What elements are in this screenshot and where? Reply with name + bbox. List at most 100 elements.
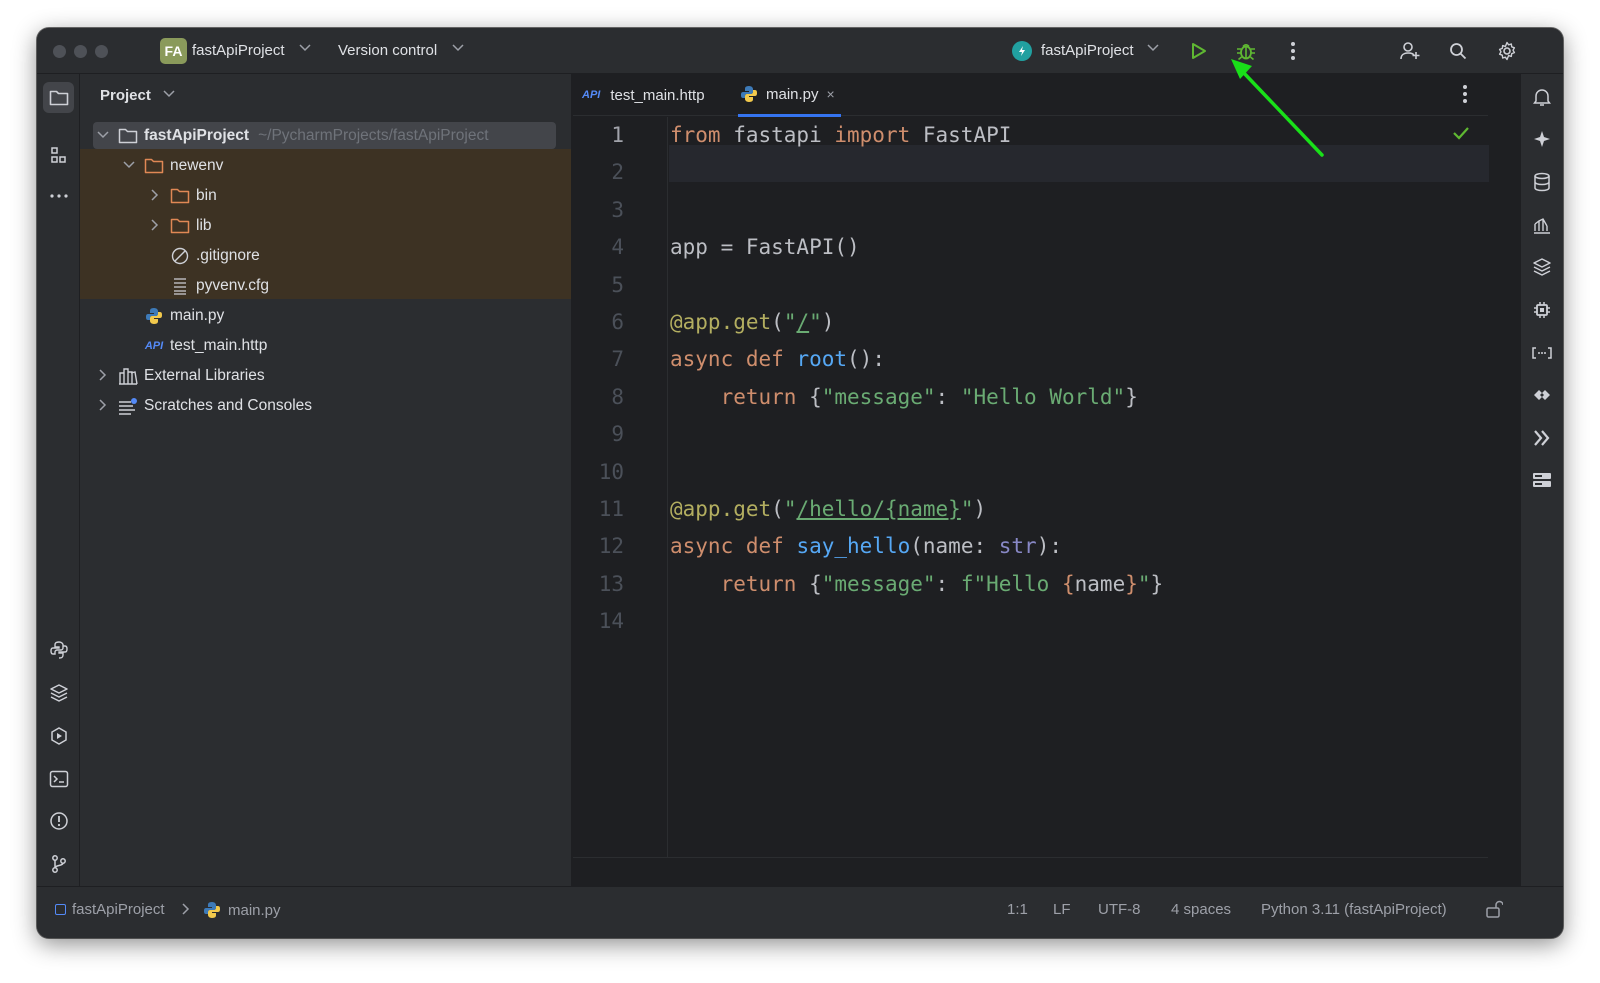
project-badge[interactable]: FA	[160, 38, 187, 64]
tree-item-label: pyvenv.cfg	[196, 277, 269, 294]
line-number: 11	[598, 497, 624, 521]
editor-area: API test_main.http main.py × 1 2 3 4 5 6…	[573, 74, 1489, 886]
zoom-window-button[interactable]	[95, 45, 108, 58]
terminal-icon[interactable]	[43, 763, 74, 794]
breadcrumb-project[interactable]: fastApiProject	[55, 901, 165, 918]
folder-icon	[170, 217, 190, 235]
line-separator[interactable]: LF	[1053, 901, 1071, 918]
tree-item-path: ~/PycharmProjects/fastApiProject	[258, 127, 489, 144]
folder-icon	[118, 127, 138, 145]
scratches-icon	[118, 397, 138, 415]
services-icon[interactable]	[43, 720, 74, 751]
settings-icon[interactable]	[1494, 38, 1520, 64]
vcs-menu[interactable]: Version control	[338, 42, 437, 59]
problems-icon[interactable]	[43, 805, 74, 836]
more-tools-icon[interactable]	[43, 180, 74, 211]
chip-icon[interactable]	[1531, 299, 1553, 321]
search-icon[interactable]	[1445, 38, 1471, 64]
endpoints-icon[interactable]	[1531, 342, 1553, 364]
code-with-me-icon[interactable]	[1531, 384, 1553, 406]
caret-position[interactable]: 1:1	[1007, 901, 1028, 918]
libraries-icon	[118, 367, 138, 385]
line-number: 12	[598, 534, 624, 558]
tree-item-gitignore[interactable]: .gitignore	[170, 241, 260, 271]
editor-tab-bar: API test_main.http main.py ×	[573, 74, 1488, 117]
python-file-icon	[740, 85, 758, 103]
layers-icon[interactable]	[1531, 256, 1553, 278]
chevron-right-icon[interactable]	[96, 398, 110, 414]
more-vertical-icon[interactable]	[1462, 84, 1468, 109]
code-line-6: @app.get("/")	[670, 310, 835, 334]
git-icon[interactable]	[43, 848, 74, 879]
folder-icon	[144, 157, 164, 175]
breadcrumb-file[interactable]: main.py	[203, 901, 281, 919]
structure-icon[interactable]	[43, 139, 74, 170]
title-bar: FA fastApiProject Version control fastAp…	[37, 28, 1563, 74]
project-panel-title[interactable]: Project	[100, 87, 151, 104]
tab-test-main-http[interactable]: API test_main.http	[582, 74, 705, 116]
chevron-right-icon[interactable]	[148, 188, 162, 204]
file-encoding[interactable]: UTF-8	[1098, 901, 1141, 918]
chevron-down-icon[interactable]	[1147, 43, 1159, 55]
tree-item-label: External Libraries	[144, 367, 265, 384]
run-configuration-selector[interactable]: fastApiProject	[1041, 42, 1134, 59]
tree-item-newenv[interactable]: newenv	[122, 151, 223, 181]
more-vertical-icon[interactable]	[1280, 38, 1306, 64]
chevron-down-icon[interactable]	[96, 130, 110, 142]
line-number: 14	[598, 609, 624, 633]
tree-item-test-main-http[interactable]: API test_main.http	[144, 331, 268, 361]
status-bar: fastApiProject main.py 1:1 LF UTF-8 4 sp…	[37, 886, 1563, 938]
tree-item-external-libraries[interactable]: External Libraries	[96, 361, 265, 391]
ai-assistant-icon[interactable]	[1531, 128, 1553, 150]
python-interpreter[interactable]: Python 3.11 (fastApiProject)	[1261, 901, 1447, 918]
project-switcher[interactable]: fastApiProject	[192, 42, 285, 59]
tasks-icon[interactable]	[1531, 469, 1553, 491]
python-console-icon[interactable]	[43, 634, 74, 665]
config-file-icon	[170, 277, 190, 295]
no-problems-check-icon[interactable]	[1452, 126, 1470, 145]
tree-item-lib[interactable]: lib	[148, 211, 212, 241]
line-number: 5	[611, 273, 624, 297]
python-packages-icon[interactable]	[43, 677, 74, 708]
code-line-1: from fastapi import FastAPI	[670, 123, 1012, 147]
debug-icon[interactable]	[1233, 38, 1259, 64]
close-window-button[interactable]	[53, 45, 66, 58]
line-number: 3	[611, 198, 624, 222]
lock-icon[interactable]	[1485, 899, 1504, 923]
code-line-11: @app.get("/hello/{name}")	[670, 497, 987, 521]
chevron-down-icon[interactable]	[163, 89, 175, 101]
chevron-down-icon[interactable]	[299, 43, 311, 55]
minimize-window-button[interactable]	[74, 45, 87, 58]
notifications-icon[interactable]	[1531, 86, 1553, 108]
close-icon[interactable]: ×	[827, 86, 835, 102]
tab-main-py[interactable]: main.py ×	[738, 74, 841, 117]
chevron-right-icon[interactable]	[96, 368, 110, 384]
code-line-12: async def say_hello(name: str):	[670, 534, 1062, 558]
project-tool-button[interactable]	[43, 82, 74, 113]
left-tool-stripe	[37, 74, 80, 886]
tree-item-label: bin	[196, 187, 217, 204]
line-number: 8	[611, 385, 624, 409]
sciview-icon[interactable]	[1531, 214, 1553, 236]
chevron-down-icon[interactable]	[452, 43, 464, 55]
add-user-icon[interactable]	[1397, 38, 1423, 64]
tree-item-fastapiproject[interactable]: fastApiProject ~/PycharmProjects/fastApi…	[96, 121, 489, 151]
line-number: 10	[598, 460, 624, 484]
breadcrumb-project-label: fastApiProject	[72, 901, 165, 918]
database-icon[interactable]	[1531, 171, 1553, 193]
run-anything-icon[interactable]	[1531, 427, 1553, 449]
tree-item-bin[interactable]: bin	[148, 181, 217, 211]
indent-setting[interactable]: 4 spaces	[1171, 901, 1231, 918]
http-file-icon: API	[144, 340, 164, 352]
tree-item-label: Scratches and Consoles	[144, 397, 313, 414]
tree-item-label: fastApiProject	[144, 127, 250, 144]
chevron-down-icon[interactable]	[122, 160, 136, 172]
tree-item-scratches[interactable]: Scratches and Consoles	[96, 391, 312, 421]
line-number: 9	[611, 422, 624, 446]
folder-icon	[170, 187, 190, 205]
code-line-8: return {"message": "Hello World"}	[720, 385, 1138, 409]
tree-item-main-py[interactable]: main.py	[144, 301, 224, 331]
chevron-right-icon[interactable]	[148, 218, 162, 234]
tree-item-pyvenv-cfg[interactable]: pyvenv.cfg	[170, 271, 269, 301]
run-icon[interactable]	[1185, 38, 1211, 64]
